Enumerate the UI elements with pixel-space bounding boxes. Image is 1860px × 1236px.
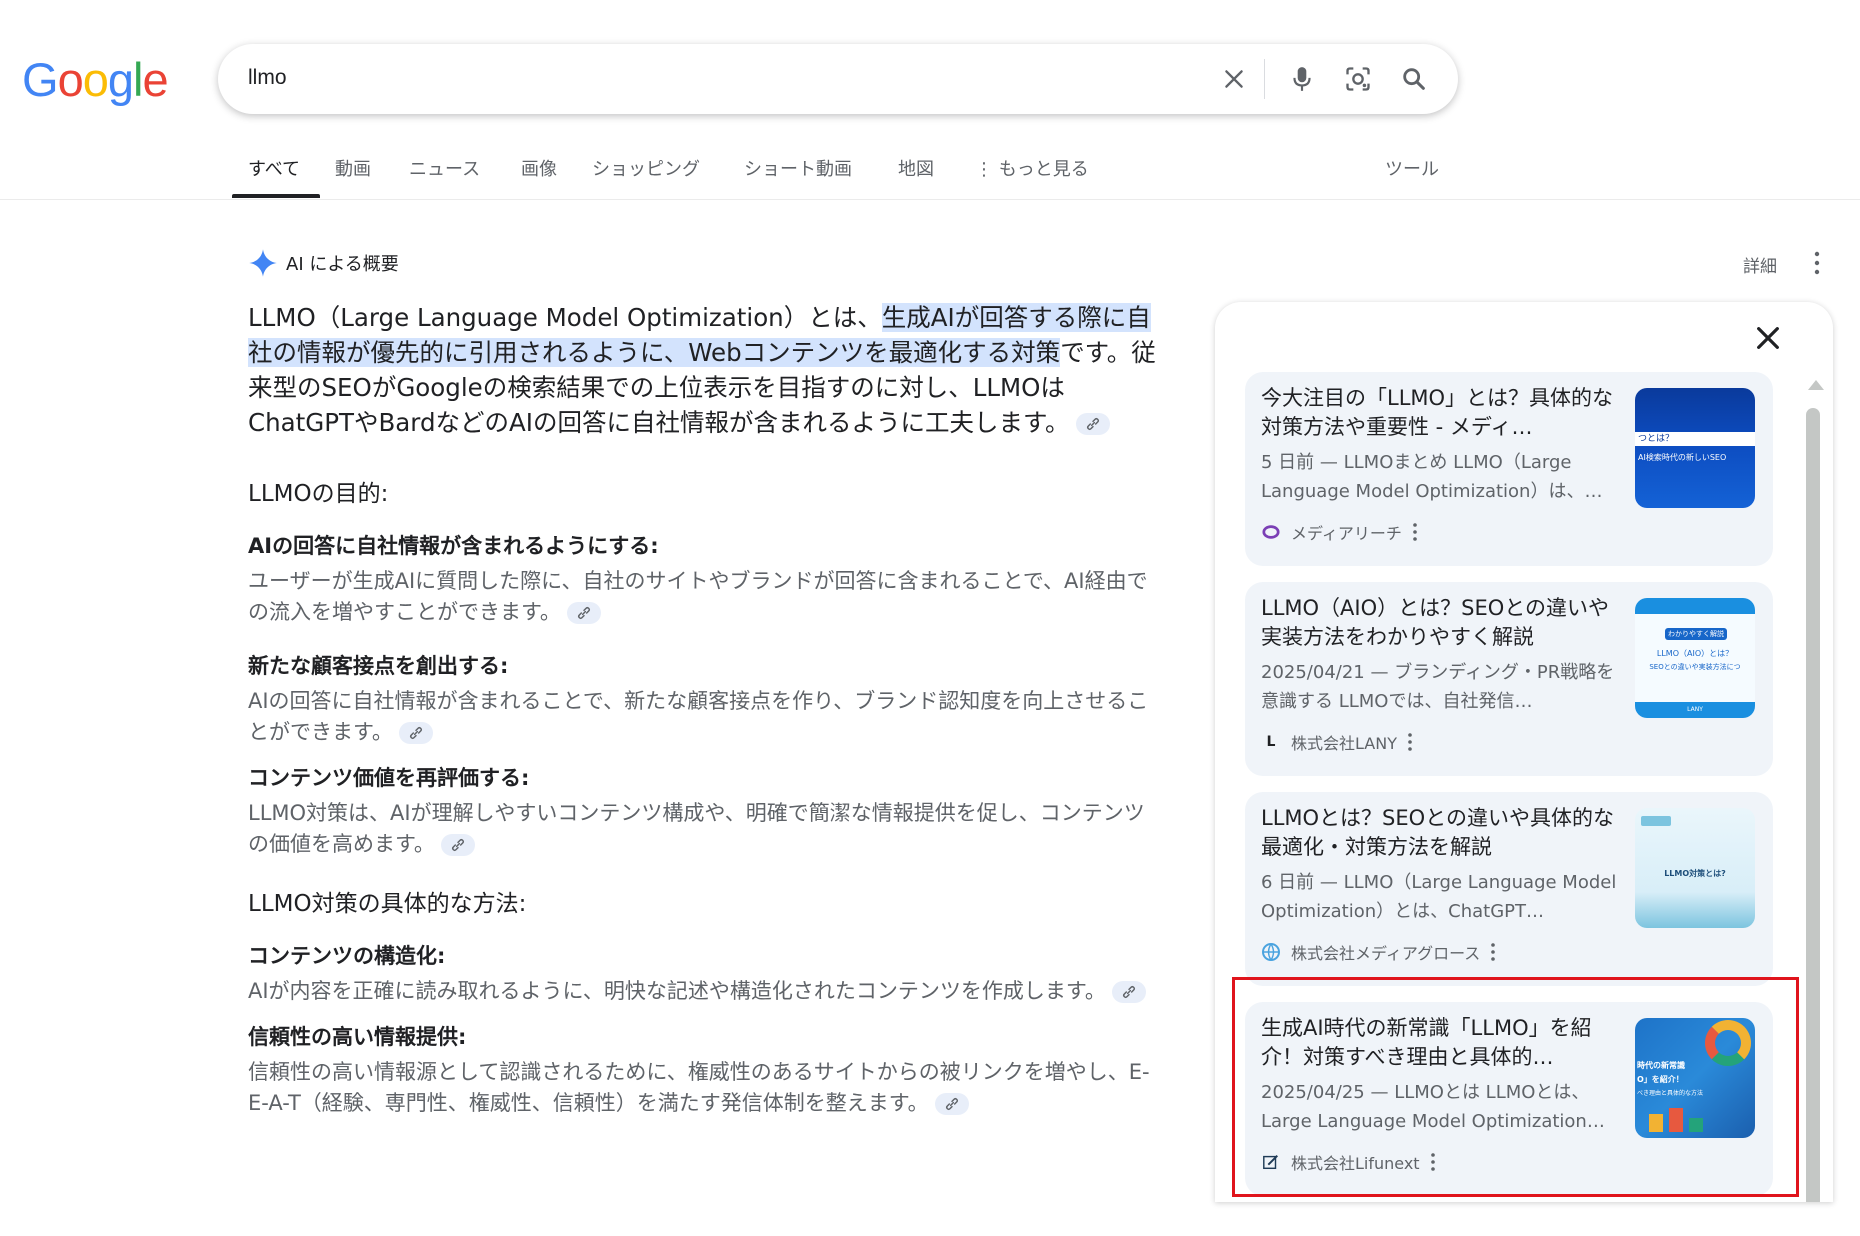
source-card[interactable]: LLMO（AIO）とは？SEOとの違いや実装方法をわかりやすく解説 2025/0…	[1245, 582, 1773, 776]
method-item-text: 信頼性の高い情報源として認識されるために、権威性のあるサイトからの被リンクを増や…	[248, 1060, 1150, 1115]
ai-intro-paragraph: LLMO（Large Language Model Optimization）と…	[248, 300, 1158, 440]
search-divider	[1264, 59, 1265, 99]
logo-letter: G	[22, 53, 59, 106]
thumbnail-band	[1641, 816, 1671, 826]
method-item-text: AIが内容を正確に読み取れるように、明快な記述や構造化されたコンテンツを作成しま…	[248, 976, 1158, 1007]
method-item-title: コンテンツの構造化:	[248, 944, 446, 968]
link-icon[interactable]	[934, 1093, 969, 1115]
source-snippet: 6 日前 — LLMO（Large Language Model Optimiz…	[1261, 872, 1617, 922]
link-icon[interactable]	[398, 722, 433, 744]
highlight-annotation-box	[1232, 977, 1799, 1197]
circle-logo-icon	[1261, 522, 1281, 542]
source-title[interactable]: LLMO（AIO）とは？SEOとの違いや実装方法をわかりやすく解説	[1261, 594, 1629, 652]
link-icon[interactable]	[1075, 413, 1110, 435]
more-vert-icon[interactable]	[1412, 522, 1418, 542]
active-tab-indicator	[232, 194, 320, 198]
thumbnail-text: LLMO（AIO）とは？	[1656, 649, 1734, 658]
source-thumbnail[interactable]: つとは？ AI検索時代の新しいSEO	[1635, 388, 1755, 508]
close-icon[interactable]	[1752, 322, 1784, 354]
search-icon[interactable]	[1396, 61, 1432, 97]
scroll-thumb[interactable]	[1806, 408, 1820, 1202]
purpose-item-text: LLMO対策は、AIが理解しやすいコンテンツ構成や、明確で簡潔な情報提供を促し、…	[248, 801, 1145, 856]
search-box[interactable]: llmo	[218, 44, 1458, 114]
gemini-sparkle-icon	[249, 249, 277, 277]
methods-heading: LLMO対策の具体的な方法:	[248, 891, 527, 917]
more-vert-icon[interactable]	[1490, 942, 1496, 962]
purpose-item-title: 新たな顧客接点を創出する:	[248, 654, 509, 678]
thumbnail-text: つとは？	[1635, 432, 1755, 446]
source-snippet: 5 日前 — LLMOまとめ LLMO（Large Language Model…	[1261, 452, 1603, 502]
purpose-item-text: AIの回答に自社情報が含まれることで、新たな顧客接点を作り、ブランド認知度を向上…	[248, 689, 1149, 744]
microphone-icon[interactable]	[1284, 61, 1320, 97]
google-logo[interactable]: Google	[22, 52, 169, 107]
tab-more[interactable]: ⋮ もっと見る	[975, 155, 1089, 181]
source-thumbnail[interactable]: わかりやすく解説 LLMO（AIO）とは？ SEOとの違いや実装方法につ LAN…	[1635, 598, 1755, 718]
source-thumbnail[interactable]: LLMO対策とは?	[1635, 808, 1755, 928]
source-card[interactable]: LLMOとは？SEOとの違いや具体的な最適化・対策方法を解説 6 日前 — LL…	[1245, 792, 1773, 986]
source-site[interactable]: L 株式会社LANY	[1261, 730, 1413, 754]
source-title[interactable]: LLMOとは？SEOとの違いや具体的な最適化・対策方法を解説	[1261, 804, 1629, 862]
purpose-heading: LLMOの目的:	[248, 481, 389, 507]
link-icon[interactable]	[566, 602, 601, 624]
search-input[interactable]: llmo	[248, 66, 287, 90]
more-options-icon[interactable]	[1812, 250, 1822, 276]
source-card[interactable]: 今大注目の「LLMO」とは？具体的な対策方法や重要性 - メディ… 5 日前 —…	[1245, 372, 1773, 566]
clear-icon[interactable]	[1216, 61, 1252, 97]
site-name: 株式会社LANY	[1291, 734, 1397, 753]
ai-overview-body: LLMO（Large Language Model Optimization）と…	[248, 300, 1158, 1119]
header-divider	[0, 199, 1860, 200]
thumbnail-text: AI検索時代の新しいSEO	[1638, 453, 1727, 462]
details-link[interactable]: 詳細	[1743, 252, 1777, 277]
source-site[interactable]: 株式会社メディアグロース	[1261, 940, 1496, 964]
thumbnail-text: わかりやすく解説	[1665, 628, 1727, 640]
tab-shopping[interactable]: ショッピング	[592, 155, 700, 181]
logo-letter: o	[82, 53, 109, 106]
intro-text: LLMO（Large Language Model Optimization）と…	[248, 303, 882, 332]
site-name: 株式会社メディアグロース	[1291, 944, 1481, 963]
tab-tools[interactable]: ツール	[1385, 155, 1439, 181]
purpose-item-text: ユーザーが生成AIに質問した際に、自社のサイトやブランドが回答に含まれることで、…	[248, 569, 1148, 624]
thumbnail-text: SEOとの違いや実装方法につ	[1649, 663, 1741, 671]
link-icon[interactable]	[440, 834, 475, 856]
more-vert-icon[interactable]	[1407, 732, 1413, 752]
thumbnail-text: LANY	[1635, 702, 1755, 718]
purpose-item-title: AIの回答に自社情報が含まれるようにする:	[248, 534, 659, 558]
logo-letter: o	[57, 53, 84, 106]
tab-short-videos[interactable]: ショート動画	[744, 155, 852, 181]
ai-overview-header: AI による概要	[248, 248, 399, 278]
source-title[interactable]: 今大注目の「LLMO」とは？具体的な対策方法や重要性 - メディ…	[1261, 384, 1629, 442]
link-icon[interactable]	[1111, 981, 1146, 1003]
panel-scrollbar[interactable]	[1805, 380, 1824, 1202]
logo-letter: e	[142, 53, 168, 106]
source-snippet: 2025/04/21 — ブランディング・PR戦略を意識する LLMOでは、自社…	[1261, 662, 1615, 712]
tab-videos[interactable]: 動画	[335, 155, 371, 181]
thumbnail-band	[1635, 598, 1755, 614]
lany-logo-icon: L	[1266, 734, 1276, 750]
tab-all[interactable]: すべて	[248, 155, 300, 181]
logo-letter: g	[107, 53, 134, 106]
logo-letter: l	[132, 53, 144, 106]
site-name: メディアリーチ	[1291, 524, 1402, 543]
tab-maps[interactable]: 地図	[898, 155, 934, 181]
method-item-title: 信頼性の高い情報提供:	[248, 1025, 467, 1049]
thumbnail-text: LLMO対策とは?	[1664, 869, 1726, 878]
source-site[interactable]: メディアリーチ	[1261, 520, 1418, 544]
tab-news[interactable]: ニュース	[409, 155, 480, 181]
tab-images[interactable]: 画像	[521, 155, 557, 181]
purpose-item-title: コンテンツ価値を再評価する:	[248, 766, 530, 790]
lens-icon[interactable]	[1340, 61, 1376, 97]
scroll-up-arrow-icon[interactable]	[1808, 380, 1824, 390]
globe-logo-icon	[1261, 942, 1281, 962]
ai-overview-title: AI による概要	[286, 254, 399, 275]
